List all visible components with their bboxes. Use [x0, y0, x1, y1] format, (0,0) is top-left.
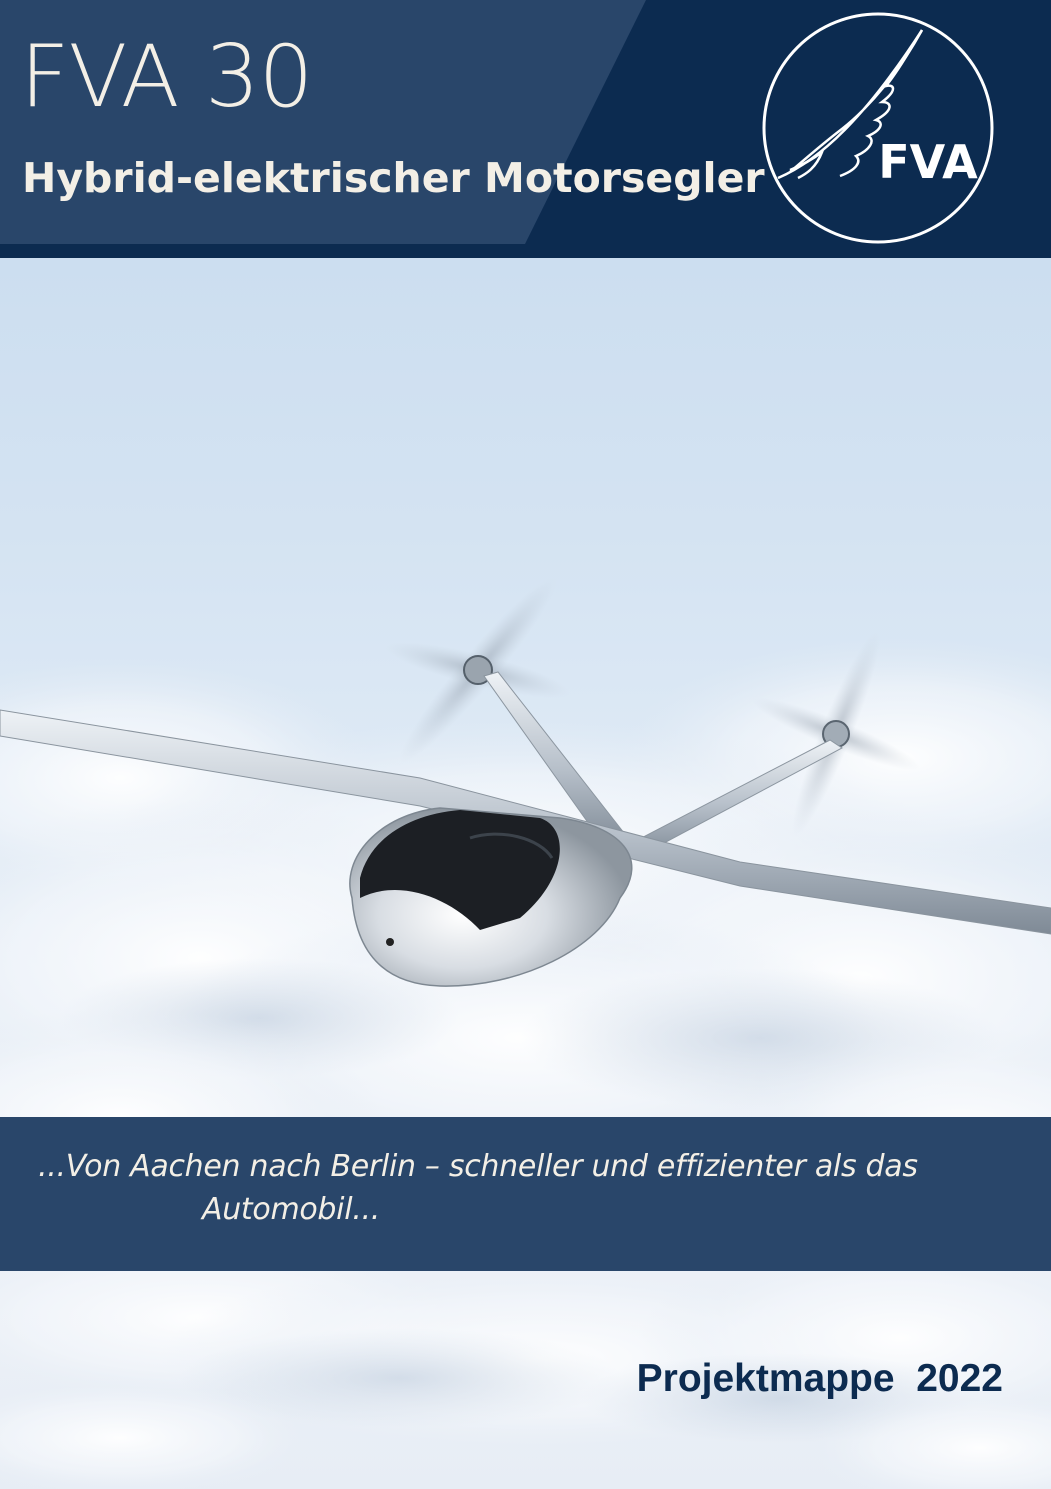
tagline-line-2: Automobil...	[202, 1192, 380, 1227]
cover-page: FVA 30 Hybrid-elektrischer Motorsegler F…	[0, 0, 1051, 1489]
glider-render	[0, 577, 1051, 1489]
tagline-quote: ...Von Aachen nach Berlin – schneller un…	[38, 1145, 998, 1231]
header-banner: FVA 30 Hybrid-elektrischer Motorsegler F…	[0, 0, 1051, 258]
page-title: FVA 30	[20, 27, 313, 127]
page-subtitle: Hybrid-elektrischer Motorsegler	[22, 154, 765, 202]
fva-logo: FVA	[762, 12, 994, 244]
project-folder-title: Projektmappe 2022	[636, 1357, 1003, 1400]
hero-image	[0, 258, 1051, 1489]
tagline-line-1: ...Von Aachen nach Berlin – schneller un…	[38, 1149, 918, 1184]
logo-text: FVA	[878, 135, 978, 189]
